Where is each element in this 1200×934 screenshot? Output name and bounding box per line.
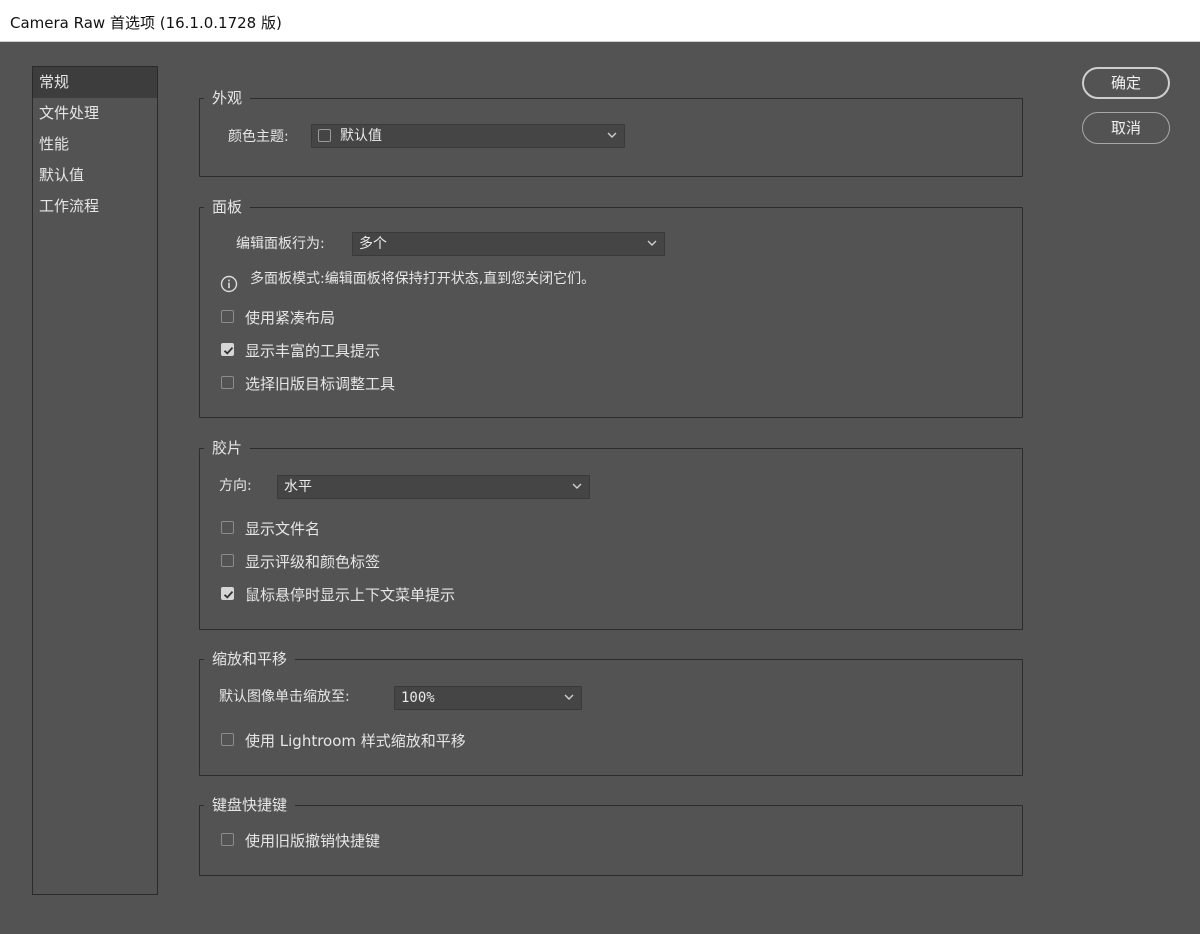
show-ratings-labels-option[interactable]: 显示评级和颜色标签	[221, 552, 621, 572]
legacy-undo-shortcut-checkbox[interactable]	[221, 833, 234, 846]
theme-swatch-icon	[318, 129, 331, 142]
chevron-down-icon	[564, 694, 574, 700]
show-filename-checkbox[interactable]	[221, 521, 234, 534]
filmstrip-group-label: 胶片	[204, 439, 251, 457]
show-ratings-labels-checkbox[interactable]	[221, 554, 234, 567]
compact-layout-option[interactable]: 使用紧凑布局	[221, 308, 621, 328]
sidebar-item-defaults[interactable]: 默认值	[33, 160, 157, 191]
sidebar-item-performance[interactable]: 性能	[33, 129, 157, 160]
checkmark-icon	[223, 590, 234, 599]
rich-tooltips-option[interactable]: 显示丰富的工具提示	[221, 341, 621, 361]
color-theme-value: 默认值	[340, 128, 382, 144]
orientation-value: 水平	[284, 479, 312, 495]
keyboard-shortcuts-group-label: 键盘快捷键	[204, 796, 296, 814]
default-zoom-select[interactable]: 100%	[394, 686, 582, 710]
zoom-pan-group: 缩放和平移	[199, 650, 1023, 776]
rich-tooltips-checkbox[interactable]	[221, 343, 234, 356]
default-zoom-label: 默认图像单击缩放至:	[219, 689, 350, 705]
cancel-button[interactable]: 取消	[1082, 112, 1170, 144]
legacy-targeted-adjustment-option[interactable]: 选择旧版目标调整工具	[221, 374, 621, 394]
sidebar-item-workflow[interactable]: 工作流程	[33, 191, 157, 222]
show-filename-label: 显示文件名	[245, 520, 321, 538]
edit-panel-behavior-value: 多个	[359, 236, 387, 252]
panels-group-label: 面板	[204, 198, 251, 216]
chevron-down-icon	[607, 132, 617, 138]
lightroom-zoom-label: 使用 Lightroom 样式缩放和平移	[245, 732, 466, 750]
lightroom-zoom-option[interactable]: 使用 Lightroom 样式缩放和平移	[221, 731, 621, 751]
appearance-group-label: 外观	[204, 89, 251, 107]
sidebar: 常规 文件处理 性能 默认值 工作流程	[32, 66, 158, 895]
compact-layout-checkbox[interactable]	[221, 310, 234, 323]
legacy-targeted-adjustment-label: 选择旧版目标调整工具	[245, 375, 396, 393]
orientation-select[interactable]: 水平	[277, 475, 590, 499]
hover-context-menu-hint-checkbox[interactable]	[221, 587, 234, 600]
show-filename-option[interactable]: 显示文件名	[221, 519, 621, 539]
ok-button[interactable]: 确定	[1082, 67, 1170, 99]
hover-context-menu-hint-option[interactable]: 鼠标悬停时显示上下文菜单提示	[221, 585, 621, 605]
legacy-undo-shortcut-option[interactable]: 使用旧版撤销快捷键	[221, 831, 621, 851]
sidebar-item-file-handling[interactable]: 文件处理	[33, 98, 157, 129]
chevron-down-icon	[647, 240, 657, 246]
title-bar: Camera Raw 首选项 (16.1.0.1728 版)	[0, 0, 1200, 42]
chevron-down-icon	[572, 483, 582, 489]
checkmark-icon	[223, 346, 234, 355]
multi-panel-info-text: 多面板模式:编辑面板将保持打开状态,直到您关闭它们。	[250, 271, 596, 287]
hover-context-menu-hint-label: 鼠标悬停时显示上下文菜单提示	[245, 586, 456, 604]
legacy-targeted-adjustment-checkbox[interactable]	[221, 376, 234, 389]
show-ratings-labels-label: 显示评级和颜色标签	[245, 553, 381, 571]
rich-tooltips-label: 显示丰富的工具提示	[245, 342, 381, 360]
default-zoom-value: 100%	[401, 690, 435, 706]
orientation-label: 方向:	[219, 478, 252, 494]
edit-panel-behavior-select[interactable]: 多个	[352, 232, 665, 256]
sidebar-item-general[interactable]: 常规	[33, 67, 157, 98]
edit-panel-behavior-label: 编辑面板行为:	[236, 236, 325, 252]
zoom-pan-group-label: 缩放和平移	[204, 650, 296, 668]
info-icon	[220, 275, 238, 293]
color-theme-select[interactable]: 默认值	[311, 124, 625, 148]
legacy-undo-shortcut-label: 使用旧版撤销快捷键	[245, 832, 381, 850]
compact-layout-label: 使用紧凑布局	[245, 309, 336, 327]
window-title: Camera Raw 首选项 (16.1.0.1728 版)	[10, 14, 282, 32]
lightroom-zoom-checkbox[interactable]	[221, 733, 234, 746]
color-theme-label: 颜色主题:	[228, 129, 289, 145]
